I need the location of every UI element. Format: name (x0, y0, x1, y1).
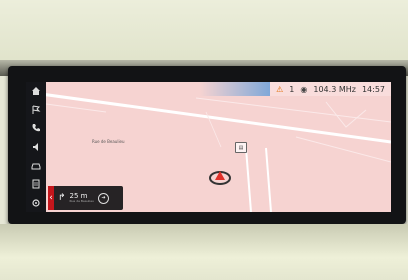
exit-direction-icon: ➜ (97, 192, 109, 204)
street-label: Rue de Beaulieu (92, 139, 125, 144)
status-bar-accent (200, 82, 271, 96)
dashboard-lower-trim (0, 224, 408, 280)
media-icon[interactable] (29, 140, 43, 154)
distance-block: 25 m Rue de Beaulieu (69, 192, 94, 204)
alert-count: 1 (289, 84, 295, 94)
vehicle-position-icon (209, 171, 231, 185)
clock-time: 14:57 (361, 84, 385, 94)
radio-icon: ◉ (300, 84, 308, 94)
collapse-chevron-icon[interactable]: ‹ (48, 186, 54, 210)
warning-triangle-icon[interactable]: ⚠ (276, 85, 283, 94)
navigation-screen: Rue de Beaulieu ▤ ⚠ 1 ◉ 104.3 MHz 14:57 … (46, 82, 391, 212)
flag-icon[interactable] (29, 103, 43, 117)
turn-guidance-panel[interactable]: ‹ ↱ 25 m Rue de Beaulieu ➜ (48, 186, 123, 210)
poi-marker-icon[interactable]: ▤ (235, 142, 247, 153)
home-icon[interactable] (29, 84, 43, 98)
radio-frequency[interactable]: 104.3 MHz (313, 85, 356, 94)
car-icon[interactable] (29, 159, 43, 173)
side-menu (26, 82, 46, 212)
notes-icon[interactable] (29, 177, 43, 191)
turn-arrow-icon: ↱ (58, 193, 66, 203)
status-bar: ⚠ 1 ◉ 104.3 MHz 14:57 (200, 82, 391, 96)
phone-icon[interactable] (29, 121, 43, 135)
distance-subtext: Rue de Beaulieu (69, 199, 94, 204)
settings-icon[interactable] (29, 196, 43, 210)
